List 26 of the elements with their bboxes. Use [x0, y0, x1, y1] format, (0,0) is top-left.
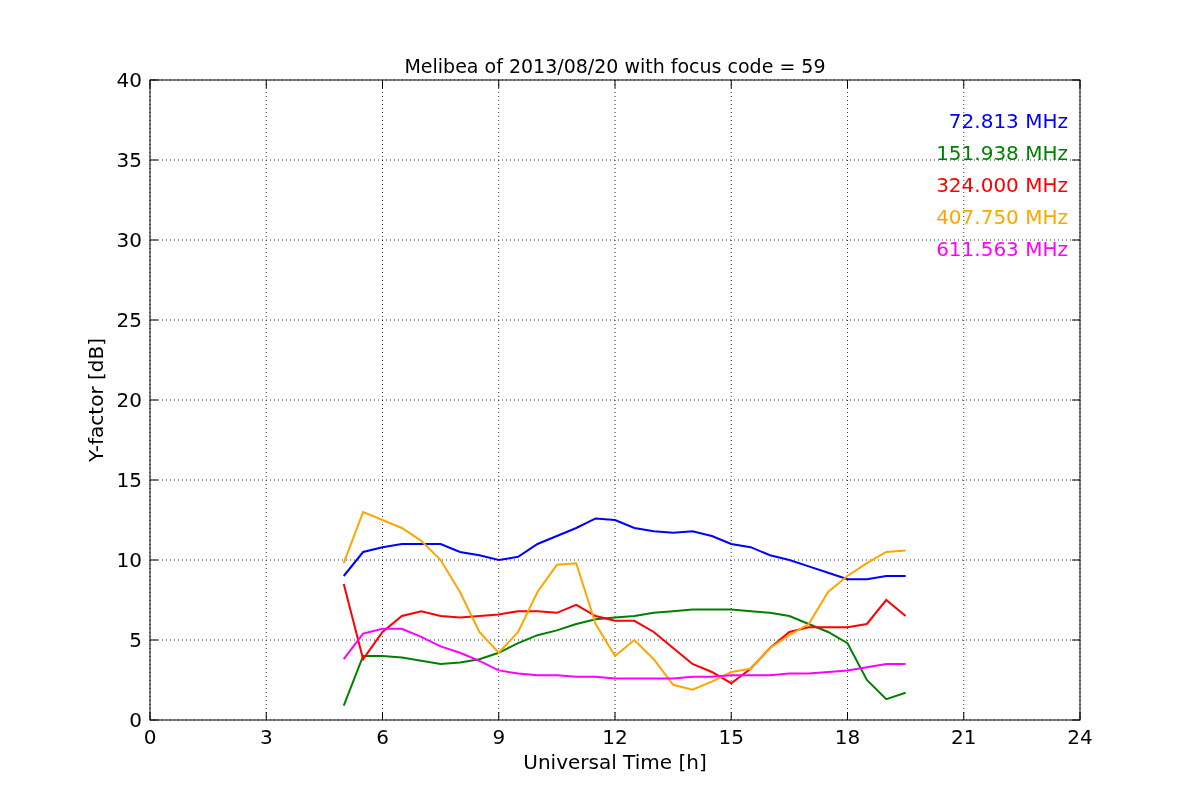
legend-label: 151.938 MHz: [936, 141, 1068, 165]
legend-label: 407.750 MHz: [936, 205, 1068, 229]
tick-label: 15: [718, 725, 744, 749]
tick-label: 24: [1067, 725, 1093, 749]
x-axis-label: Universal Time [h]: [523, 750, 707, 774]
tick-label: 21: [951, 725, 977, 749]
chart-title: Melibea of 2013/08/20 with focus code = 59: [404, 55, 826, 77]
tick-label: 5: [129, 628, 142, 652]
tick-label: 18: [834, 725, 861, 749]
tick-label: 9: [492, 725, 506, 749]
tick-label: 12: [602, 725, 628, 749]
tick-label: 35: [116, 148, 142, 172]
tick-label: 3: [259, 725, 273, 749]
tick-label: 20: [116, 388, 142, 412]
legend-label: 72.813 MHz: [948, 109, 1068, 133]
y-axis-label: Y-factor [dB]: [84, 338, 108, 462]
tick-label: 0: [143, 725, 157, 749]
tick-label: 0: [129, 708, 142, 732]
tick-label: 6: [376, 725, 389, 749]
tick-label: 30: [116, 228, 142, 252]
legend-label: 611.563 MHz: [936, 237, 1068, 261]
tick-label: 40: [116, 68, 142, 92]
legend-label: 324.000 MHz: [936, 173, 1068, 197]
tick-label: 10: [116, 548, 142, 572]
tick-label: 15: [116, 468, 142, 492]
tick-label: 25: [116, 308, 142, 332]
